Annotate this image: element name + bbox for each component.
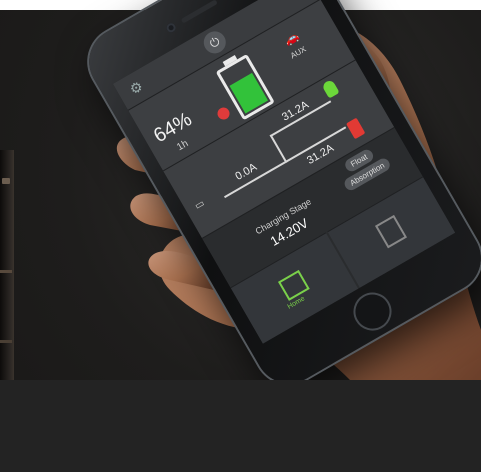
home-button[interactable] (346, 285, 399, 338)
charger-icon: ▭ (193, 197, 207, 213)
bottom-dark-band (0, 380, 481, 472)
alert-dot (215, 105, 232, 122)
battery-fill (229, 72, 268, 114)
front-camera (164, 21, 178, 34)
document-icon (374, 214, 408, 249)
aux-label: AUX (288, 44, 308, 61)
gear-icon[interactable]: ⚙ (127, 78, 146, 99)
battery-time: 1h (175, 138, 191, 154)
flow-line (269, 134, 288, 164)
car-icon: 🚗 (281, 28, 302, 49)
battery-icon (345, 117, 366, 140)
battery-percent: 64% (150, 108, 196, 148)
house-icon (277, 269, 310, 301)
battery-cap (222, 55, 238, 67)
photo-scene: ⚙ ⏻ 64% 1h 🚗 AUX 31.2A 0.0A 31.2A ▭ Char… (0, 0, 481, 472)
earpiece-speaker (180, 0, 218, 24)
bulb-icon (321, 78, 340, 99)
